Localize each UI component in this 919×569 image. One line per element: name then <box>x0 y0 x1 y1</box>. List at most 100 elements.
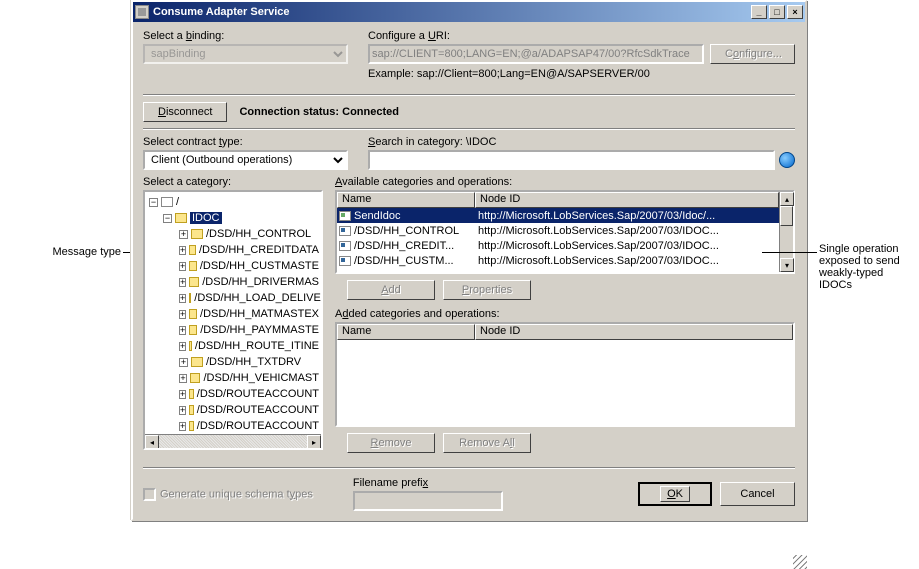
expand-icon[interactable]: + <box>179 310 186 319</box>
folder-icon <box>189 277 199 287</box>
category-icon <box>339 256 351 266</box>
minimize-button[interactable]: _ <box>751 5 767 19</box>
folder-icon <box>189 421 194 431</box>
category-icon <box>339 241 351 251</box>
annotation-message-type: Message type <box>53 246 121 258</box>
added-header: Name Node ID <box>337 324 793 340</box>
folder-icon <box>189 293 191 303</box>
col-node[interactable]: Node ID <box>475 192 779 208</box>
expand-icon[interactable]: + <box>179 374 187 383</box>
expand-icon[interactable]: + <box>179 262 186 271</box>
annotation-line-right <box>762 252 817 253</box>
expand-icon[interactable]: + <box>179 230 188 239</box>
tree-node[interactable]: +/DSD/HH_MATMASTEX <box>147 306 319 322</box>
operation-icon <box>339 211 351 221</box>
tree-node[interactable]: +/DSD/HH_LOAD_DELIVE <box>147 290 319 306</box>
expand-icon[interactable]: + <box>179 422 186 431</box>
tree-node[interactable]: +/DSD/HH_DRIVERMAS <box>147 274 319 290</box>
folder-icon <box>189 405 194 415</box>
remove-all-button[interactable]: Remove All <box>443 433 531 453</box>
folder-icon <box>189 309 197 319</box>
cancel-button[interactable]: Cancel <box>720 482 795 506</box>
maximize-button[interactable]: □ <box>769 5 785 19</box>
expand-icon[interactable]: + <box>179 342 186 351</box>
root-icon <box>161 197 173 207</box>
annotation-single-operation: Single operation exposed to send weakly-… <box>819 243 919 291</box>
connection-status-label: Connection status: Connected <box>239 106 399 118</box>
folder-icon <box>189 245 196 255</box>
tree-node[interactable]: +/DSD/ROUTEACCOUNT <box>147 418 319 434</box>
expand-icon[interactable]: + <box>179 358 188 367</box>
tree-node-idoc[interactable]: −IDOC <box>147 210 319 226</box>
added-label: Added categories and operations: <box>335 308 795 320</box>
unique-schema-checkbox[interactable]: Generate unique schema types <box>143 488 313 501</box>
expand-icon[interactable]: − <box>149 198 158 207</box>
available-header: Name Node ID <box>337 192 779 208</box>
tree-node[interactable]: +/DSD/HH_CUSTMASTE <box>147 258 319 274</box>
folder-icon <box>189 389 194 399</box>
tree-node[interactable]: +/DSD/HH_TXTDRV <box>147 354 319 370</box>
expand-icon[interactable]: + <box>179 246 186 255</box>
close-button[interactable]: × <box>787 5 803 19</box>
prefix-input[interactable] <box>353 491 503 511</box>
search-input[interactable] <box>368 150 775 170</box>
binding-select[interactable]: sapBinding <box>143 44 348 64</box>
available-row[interactable]: /DSD/HH_CUSTM...http://Microsoft.LobServ… <box>337 253 779 268</box>
folder-icon <box>191 229 203 239</box>
expand-icon[interactable]: + <box>179 406 186 415</box>
uri-example: Example: sap://Client=800;Lang=EN@A/SAPS… <box>368 68 795 80</box>
uri-input[interactable] <box>368 44 704 64</box>
tree-node[interactable]: +/DSD/ROUTEACCOUNT <box>147 402 319 418</box>
tree-node[interactable]: +/DSD/HH_PAYMMASTE <box>147 322 319 338</box>
folder-icon <box>189 341 192 351</box>
disconnect-button[interactable]: Disconnect <box>143 102 227 122</box>
col-name[interactable]: Name <box>337 192 475 208</box>
col-node[interactable]: Node ID <box>475 324 793 340</box>
resize-grip[interactable] <box>793 555 807 569</box>
tree-node[interactable]: +/DSD/ROUTEACCOUNT <box>147 386 319 402</box>
tree-node[interactable]: +/DSD/HH_CONTROL <box>147 226 319 242</box>
category-icon <box>339 226 351 236</box>
folder-icon <box>190 373 201 383</box>
expand-icon[interactable]: + <box>179 294 186 303</box>
window-title: Consume Adapter Service <box>153 6 290 18</box>
properties-button[interactable]: Properties <box>443 280 531 300</box>
add-button[interactable]: Add <box>347 280 435 300</box>
uri-label: Configure a URI: <box>368 30 795 42</box>
expand-icon[interactable]: + <box>179 326 186 335</box>
available-list[interactable]: Name Node ID SendIdochttp://Microsoft.Lo… <box>335 190 795 274</box>
contract-type-select[interactable]: Client (Outbound operations) <box>143 150 348 170</box>
ok-button[interactable]: OK <box>638 482 712 506</box>
added-list[interactable]: Name Node ID <box>335 322 795 427</box>
scroll-down-icon[interactable]: ▾ <box>780 258 794 272</box>
available-scroll-v[interactable]: ▴▾ <box>779 192 793 272</box>
prefix-label: Filename prefix <box>353 477 503 489</box>
available-label: Available categories and operations: <box>335 176 795 188</box>
available-row[interactable]: /DSD/HH_CREDIT...http://Microsoft.LobSer… <box>337 238 779 253</box>
category-label: Select a category: <box>143 176 323 188</box>
scroll-up-icon[interactable]: ▴ <box>780 192 794 206</box>
tree-node[interactable]: +/DSD/HH_ROUTE_ITINE <box>147 338 319 354</box>
expand-icon[interactable]: + <box>179 278 186 287</box>
tree-root[interactable]: −/ <box>147 194 319 210</box>
scroll-thumb[interactable] <box>780 206 793 226</box>
tree-node[interactable]: +/DSD/HH_CREDITDATA <box>147 242 319 258</box>
scroll-left-icon[interactable]: ◂ <box>145 435 159 449</box>
col-name[interactable]: Name <box>337 324 475 340</box>
configure-button[interactable]: Configure... <box>710 44 795 64</box>
tree-node[interactable]: +/DSD/HH_VEHICMAST <box>147 370 319 386</box>
expand-icon[interactable]: − <box>163 214 172 223</box>
scroll-right-icon[interactable]: ▸ <box>307 435 321 449</box>
app-icon <box>135 5 149 19</box>
available-row[interactable]: /DSD/HH_CONTROLhttp://Microsoft.LobServi… <box>337 223 779 238</box>
remove-button[interactable]: Remove <box>347 433 435 453</box>
search-go-icon[interactable] <box>779 152 795 168</box>
expand-icon[interactable]: + <box>179 390 186 399</box>
contract-type-label: Select contract type: <box>143 136 348 148</box>
dialog-window: Consume Adapter Service _ □ × Select a b… <box>131 0 807 521</box>
search-label: Search in category: \IDOC <box>368 136 795 148</box>
category-tree[interactable]: −/ −IDOC +/DSD/HH_CONTROL+/DSD/HH_CREDIT… <box>143 190 323 450</box>
available-row[interactable]: SendIdochttp://Microsoft.LobServices.Sap… <box>337 208 779 223</box>
tree-scroll-h[interactable]: ◂▸ <box>145 434 321 448</box>
folder-icon <box>175 213 187 223</box>
